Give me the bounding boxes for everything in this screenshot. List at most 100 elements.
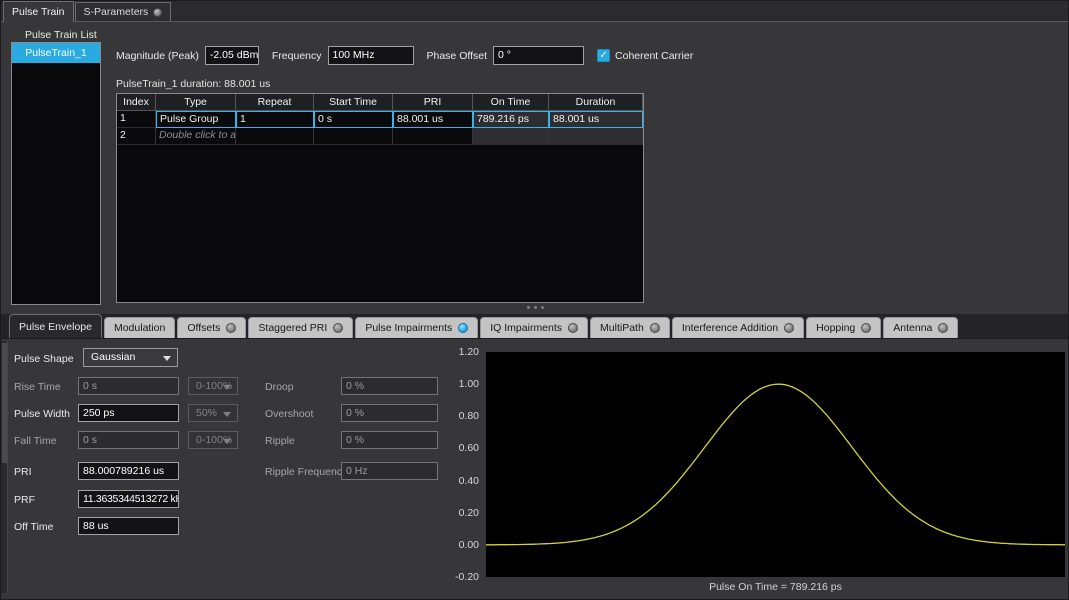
pulse-width-input[interactable]: 250 ps [78,404,179,422]
table-row-cell-on-time[interactable] [473,128,549,145]
tab-pulse-train[interactable]: Pulse Train [3,1,74,22]
coherent-carrier-checkbox[interactable]: ✓ [597,49,610,62]
tab-modulation[interactable]: Modulation [104,317,175,338]
chevron-down-icon [223,412,231,417]
pulse-width-unit-dropdown[interactable]: 50% [188,404,238,422]
chevron-down-icon [223,385,231,390]
gaussian-curve [486,352,1065,577]
droop-label: Droop [265,381,294,393]
column-header-start-time[interactable]: Start Time [314,94,393,111]
pulse-train-duration-text: PulseTrain_1 duration: 88.001 us [116,78,270,90]
magnitude-input[interactable]: -2.05 dBm [205,46,259,65]
tab-interference-addition[interactable]: Interference Addition [672,317,804,338]
status-dot-icon [226,323,236,333]
column-header-index[interactable]: Index [117,94,156,111]
rise-time-label: Rise Time [14,381,61,393]
list-item-pulsetrain1[interactable]: PulseTrain_1 [12,43,100,63]
column-header-type[interactable]: Type [156,94,236,111]
tab-hopping[interactable]: Hopping [806,317,881,338]
tab-label: Pulse Impairments [365,322,452,334]
phase-offset-label: Phase Offset [427,50,488,62]
overshoot-input[interactable]: 0 % [341,404,438,422]
table-row-cell-type[interactable]: Pulse Group [156,111,236,128]
ripple-label: Ripple [265,435,295,447]
pulse-on-time-caption: Pulse On Time = 789.216 ps [486,581,1065,593]
table-row-cell-pri[interactable]: 88.001 us [393,111,473,128]
ripple-frequency-label: Ripple Frequency [265,466,347,478]
tab-label: Staggered PRI [258,322,327,334]
vertical-scrollbar[interactable] [1,341,8,593]
table-row-cell-start-time[interactable] [314,128,393,145]
off-time-label: Off Time [14,521,53,533]
fall-time-unit-dropdown[interactable]: 0-100% [188,431,238,449]
table-row-cell-start-time[interactable]: 0 s [314,111,393,128]
droop-input[interactable]: 0 % [341,377,438,395]
top-tab-bar: Pulse Train S-Parameters [1,1,1069,22]
rise-time-input[interactable]: 0 s [78,377,179,395]
bottom-tab-bar: Pulse Envelope Modulation Offsets Stagge… [1,314,1069,339]
table-row-cell-index[interactable]: 1 [117,111,156,128]
table-row-cell-repeat[interactable]: 1 [236,111,314,128]
tab-pulse-envelope[interactable]: Pulse Envelope [9,314,102,338]
ripple-input[interactable]: 0 % [341,431,438,449]
table-row-cell-pri[interactable] [393,128,473,145]
pri-input[interactable]: 88.000789216 us [78,462,179,480]
pulse-width-unit-value: 50% [196,407,217,419]
phase-offset-input[interactable]: 0 ° [493,46,584,65]
tab-s-parameters[interactable]: S-Parameters [75,2,172,21]
envelope-plot [486,352,1065,577]
table-row-cell-on-time[interactable]: 789.216 ps [473,111,549,128]
tab-label: Pulse Envelope [19,321,92,333]
pulse-train-list-title: Pulse Train List [25,29,97,41]
fall-time-label: Fall Time [14,435,57,447]
carrier-settings-form: Magnitude (Peak) -2.05 dBm Frequency 100… [116,45,706,66]
table-row-cell-index[interactable]: 2 [117,128,156,145]
table-row-cell-repeat[interactable] [236,128,314,145]
pri-label: PRI [14,466,32,478]
frequency-input[interactable]: 100 MHz [328,46,414,65]
tab-antenna[interactable]: Antenna [883,317,958,338]
tab-offsets[interactable]: Offsets [177,317,246,338]
overshoot-label: Overshoot [265,408,313,420]
tab-label: Pulse Train [12,6,65,18]
status-dot-icon [333,323,343,333]
tab-label: Interference Addition [682,322,778,334]
ripple-frequency-input[interactable]: 0 Hz [341,462,438,480]
prf-label: PRF [14,494,35,506]
table-row-cell-duration[interactable] [549,128,643,145]
tab-label: Antenna [893,322,932,334]
column-header-pri[interactable]: PRI [393,94,473,111]
table-row-add-placeholder[interactable]: Double click to add [156,128,236,145]
column-header-on-time[interactable]: On Time [473,94,549,111]
tab-label: Hopping [816,322,855,334]
chevron-down-icon [163,356,171,361]
status-dot-blue-icon [458,323,468,333]
pulse-train-app-window: Pulse Train S-Parameters Pulse Train Lis… [0,0,1069,600]
column-header-repeat[interactable]: Repeat [236,94,314,111]
prf-input[interactable]: 11.3635344513272 kHz [78,490,179,508]
tab-staggered-pri[interactable]: Staggered PRI [248,317,353,338]
chevron-down-icon [223,439,231,444]
tab-iq-impairments[interactable]: IQ Impairments [480,317,588,338]
pulse-shape-dropdown[interactable]: Gaussian [83,348,178,367]
status-dot-icon [938,323,948,333]
tab-multipath[interactable]: MultiPath [590,317,670,338]
check-icon: ✓ [599,49,607,62]
tab-pulse-impairments[interactable]: Pulse Impairments [355,317,478,338]
pulse-train-list: PulseTrain_1 [11,42,101,305]
tab-label: IQ Impairments [490,322,562,334]
rise-time-unit-dropdown[interactable]: 0-100% [188,377,238,395]
tab-label: S-Parameters [84,6,149,18]
status-dot-icon [861,323,871,333]
status-dot-icon [568,323,578,333]
coherent-carrier-label: Coherent Carrier [615,50,693,62]
pulse-segments-table: Index Type Repeat Start Time PRI On Time… [116,93,644,303]
table-row-cell-duration[interactable]: 88.001 us [549,111,643,128]
pulse-shape-value: Gaussian [91,351,135,363]
status-dot-icon [650,323,660,333]
splitter-handle[interactable] [1,303,1069,311]
fall-time-input[interactable]: 0 s [78,431,179,449]
column-header-duration[interactable]: Duration [549,94,643,111]
pulse-width-label: Pulse Width [14,408,70,420]
off-time-input[interactable]: 88 us [78,517,179,535]
